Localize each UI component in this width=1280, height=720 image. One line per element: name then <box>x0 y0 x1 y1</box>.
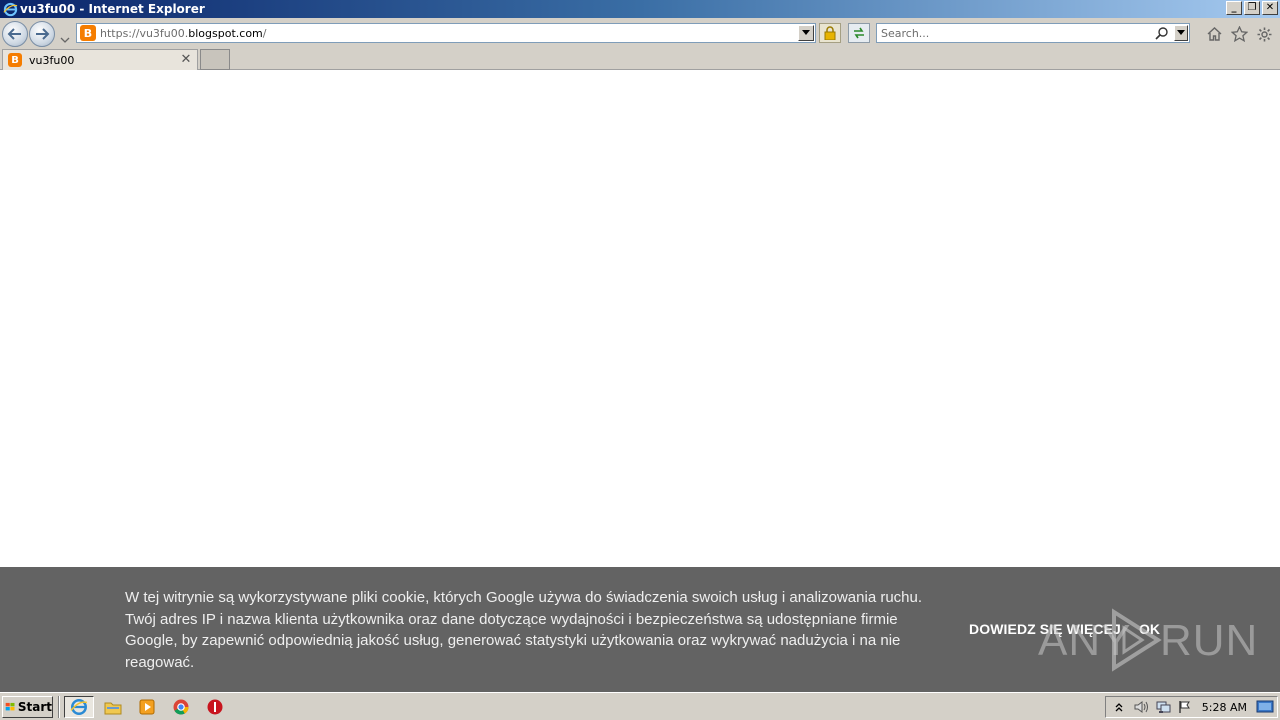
start-label: Start <box>17 700 52 714</box>
tab-vu3fu00[interactable]: B vu3fu00 ✕ <box>2 49 198 70</box>
search-box[interactable]: Search... <box>876 23 1190 43</box>
back-button[interactable] <box>2 21 28 47</box>
padlock-icon <box>824 26 836 40</box>
restore-button[interactable]: ❐ <box>1244 1 1260 15</box>
ie-icon <box>70 699 88 715</box>
windows-logo-icon <box>5 702 15 711</box>
favorites-button[interactable] <box>1230 25 1248 43</box>
restore-icon: ❐ <box>1247 2 1257 13</box>
search-icon[interactable] <box>1155 26 1169 40</box>
network-icon[interactable] <box>1154 698 1172 716</box>
tools-button[interactable] <box>1255 25 1273 43</box>
address-url[interactable]: https://vu3fu00.blogspot.com/ <box>100 27 266 40</box>
learn-more-link[interactable]: DOWIEDZ SIĘ WIĘCEJ <box>969 621 1121 637</box>
chrome-icon <box>173 699 189 715</box>
close-button[interactable]: ✕ <box>1262 1 1278 15</box>
close-icon: ✕ <box>1265 2 1275 13</box>
taskbar-explorer-button[interactable] <box>98 696 128 718</box>
forward-arrow-icon <box>36 28 50 40</box>
blogger-icon: B <box>80 25 96 41</box>
system-tray: 5:28 AM <box>1105 696 1278 718</box>
flag-icon[interactable] <box>1176 698 1194 716</box>
ok-button[interactable]: OK <box>1139 621 1160 637</box>
gear-icon <box>1257 27 1271 41</box>
refresh-icon <box>854 27 864 39</box>
start-button[interactable]: Start <box>2 696 53 718</box>
chevron-down-icon <box>1177 30 1185 35</box>
taskbar-chrome-button[interactable] <box>166 696 196 718</box>
back-arrow-icon <box>7 28 21 40</box>
window-title: vu3fu00 - Internet Explorer <box>20 2 205 16</box>
search-dropdown-button[interactable] <box>1174 25 1188 41</box>
address-dropdown-button[interactable] <box>798 25 814 41</box>
tab-row: B vu3fu00 ✕ <box>0 48 1280 70</box>
home-button[interactable] <box>1205 25 1223 43</box>
stop-icon <box>207 699 223 715</box>
chevron-down-icon <box>60 37 70 43</box>
close-icon: ✕ <box>180 51 192 67</box>
security-report-button[interactable] <box>819 23 841 43</box>
close-tab-button[interactable]: ✕ <box>179 51 193 67</box>
cookie-notice-text: W tej witrynie są wykorzystywane pliki c… <box>125 589 923 671</box>
taskbar-media-player-button[interactable] <box>132 696 162 718</box>
search-input[interactable]: Search... <box>881 27 929 40</box>
show-desktop-icon[interactable] <box>1256 700 1274 714</box>
chevron-down-icon <box>802 30 810 35</box>
cookie-banner: W tej witrynie są wykorzystywane pliki c… <box>0 567 1280 692</box>
new-tab-button[interactable] <box>200 49 230 70</box>
recent-pages-dropdown[interactable] <box>60 30 70 43</box>
taskbar-divider <box>58 696 60 718</box>
tray-arrow-icon[interactable] <box>1110 698 1128 716</box>
clock[interactable]: 5:28 AM <box>1202 701 1247 714</box>
ie-icon <box>2 1 18 17</box>
home-icon <box>1207 27 1221 41</box>
refresh-button[interactable] <box>848 23 870 43</box>
minimize-button[interactable]: _ <box>1226 1 1242 15</box>
minimize-icon: _ <box>1231 2 1237 13</box>
address-bar[interactable]: B https://vu3fu00.blogspot.com/ <box>76 23 816 43</box>
title-bar: vu3fu00 - Internet Explorer _ ❐ ✕ <box>0 0 1280 18</box>
star-icon <box>1230 26 1248 42</box>
taskbar-ie-button[interactable] <box>64 696 94 718</box>
forward-button[interactable] <box>29 21 55 47</box>
folder-icon <box>104 702 122 715</box>
taskbar-stop-button[interactable] <box>200 696 230 718</box>
tab-label: vu3fu00 <box>29 53 75 67</box>
taskbar: Start 5:28 AM <box>0 692 1280 720</box>
media-player-icon <box>139 699 155 715</box>
page-content <box>0 71 1280 567</box>
speaker-icon[interactable] <box>1132 698 1150 716</box>
blogger-icon: B <box>8 53 22 67</box>
